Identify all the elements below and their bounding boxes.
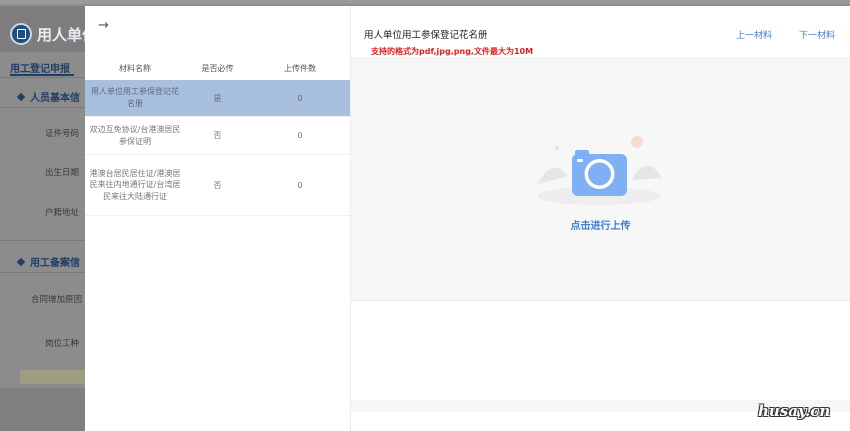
header-upload-count: 上传件数 [284, 63, 316, 73]
field-label-household-address: 户籍地址 [45, 208, 80, 218]
material-count: 0 [297, 93, 303, 103]
upload-pane: 用人单位用工参保登记花名册 支持的格式为pdf,jpg,png,文件最大为10M… [351, 6, 850, 431]
material-table-header: 材料名称 是否必传 上传件数 [85, 56, 350, 80]
section-employment-filing: 用工备案信 [16, 254, 80, 269]
header-material-name: 材料名称 [119, 63, 151, 73]
tab-employment-registration[interactable]: 用工登记申报 [10, 60, 70, 75]
next-material-link[interactable]: 下一材料 [799, 28, 835, 41]
material-required: 否 [213, 180, 222, 190]
section-basic-info: 人员基本信 [16, 89, 80, 104]
camera-icon [537, 136, 662, 205]
format-hint: 支持的格式为pdf,jpg,png,文件最大为10M [371, 47, 534, 56]
material-count: 0 [297, 180, 303, 190]
material-name: 双边互免协议/台港澳居民参保证明 [89, 124, 181, 146]
highlight-bar [20, 370, 85, 384]
header-required: 是否必传 [201, 63, 234, 73]
app-logo-icon [10, 23, 32, 45]
diamond-icon [16, 257, 26, 266]
material-required: 否 [213, 131, 222, 140]
table-row[interactable]: 用人单位用工参保登记花名册 是 0 [85, 80, 350, 117]
field-label-contract-reason: 合同增加原因 [31, 295, 83, 305]
divider [0, 107, 85, 108]
browser-top-strip [0, 0, 850, 4]
upload-dropzone[interactable]: 点击进行上传 [351, 58, 850, 301]
background-footer [0, 388, 85, 431]
field-label-id-number: 证件号码 [45, 129, 80, 139]
material-upload-drawer: → 材料名称 是否必传 上传件数 用人单位用工参保登记花名册 是 0 双边互免协… [85, 6, 850, 431]
table-row[interactable]: 港澳台居民居住证/港澳居民来往内地通行证/台湾居民来往大陆通行证 否 0 [85, 155, 350, 216]
divider [0, 240, 85, 241]
material-required: 是 [213, 93, 222, 103]
field-label-job-type: 岗位工种 [45, 339, 80, 349]
divider [0, 272, 85, 273]
section-basic-info-label: 人员基本信 [30, 93, 80, 104]
tab-underline [10, 74, 74, 76]
document-title: 用人单位用工参保登记花名册 [364, 30, 488, 41]
close-arrow-icon[interactable]: → [98, 18, 109, 33]
prev-material-link[interactable]: 上一材料 [736, 28, 772, 41]
divider [0, 77, 85, 78]
material-count: 0 [297, 131, 303, 140]
diamond-icon [16, 92, 26, 101]
material-name: 用人单位用工参保登记花名册 [91, 87, 179, 108]
section-employment-filing-label: 用工备案信 [30, 258, 80, 269]
upload-button-label[interactable]: 点击进行上传 [351, 217, 850, 232]
material-name: 港澳台居民居住证/港澳居民来往内地通行证/台湾居民来往大陆通行证 [89, 168, 181, 201]
table-row[interactable]: 双边互免协议/台港澳居民参保证明 否 0 [85, 117, 350, 155]
material-list-pane: → 材料名称 是否必传 上传件数 用人单位用工参保登记花名册 是 0 双边互免协… [85, 6, 351, 431]
field-label-birth-date: 出生日期 [45, 168, 80, 178]
watermark-text: husay.cn [758, 402, 831, 420]
